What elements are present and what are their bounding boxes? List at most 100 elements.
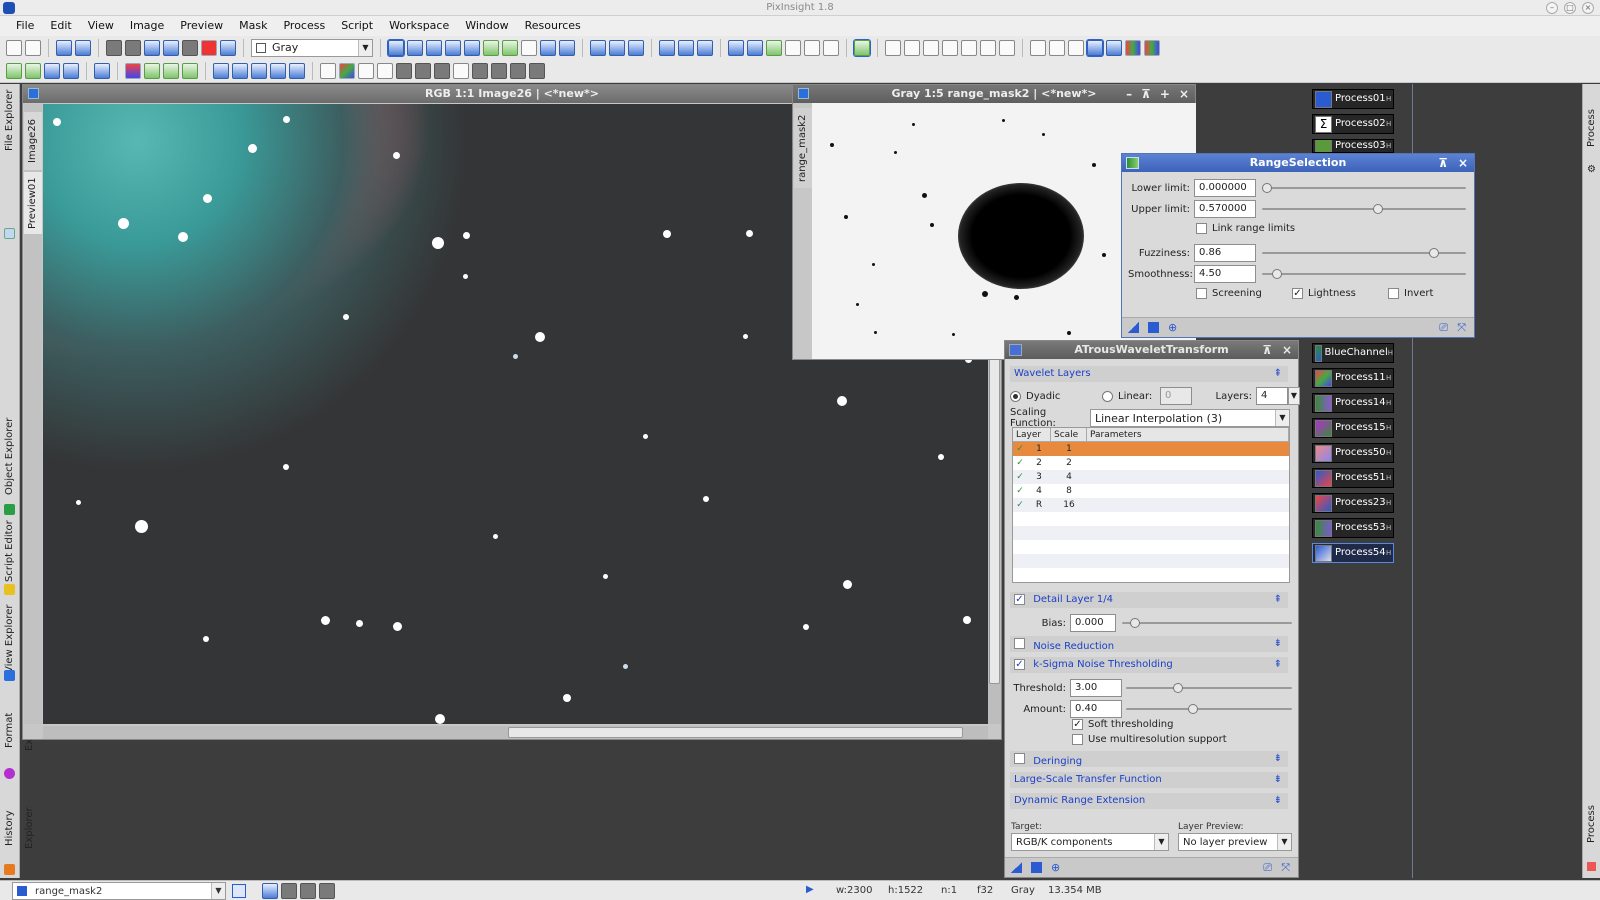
channel-g-icon[interactable]	[377, 62, 393, 79]
script-icon[interactable]	[94, 62, 110, 79]
load-workspace-icon[interactable]	[182, 62, 198, 79]
reset-icon[interactable]: ⤧	[1457, 321, 1466, 335]
project-icon[interactable]	[125, 62, 141, 79]
channel-b-icon[interactable]	[396, 62, 412, 79]
pointer-icon[interactable]	[521, 39, 537, 56]
menu-resources[interactable]: Resources	[517, 16, 589, 36]
display-channel-4-icon[interactable]	[319, 883, 335, 899]
minimize-icon[interactable]: –	[1126, 85, 1132, 103]
checkmark-icon[interactable]: ✓	[1013, 442, 1027, 456]
menu-preview[interactable]: Preview	[172, 16, 231, 36]
color-space-icon[interactable]	[1087, 39, 1103, 56]
amount-slider[interactable]	[1126, 704, 1292, 714]
zoom-fill-icon[interactable]	[426, 39, 442, 56]
process-icon-process14[interactable]: Process14 H	[1312, 393, 1394, 413]
channel-rgb-icon[interactable]	[339, 62, 355, 79]
zoom-1-2-icon[interactable]	[609, 39, 625, 56]
mirror-icon[interactable]	[1049, 39, 1065, 56]
mask-show-icon[interactable]	[106, 39, 122, 56]
window-maximize-icon[interactable]	[728, 39, 744, 56]
horizontal-scroll-thumb[interactable]	[508, 727, 963, 738]
process-icon-process51[interactable]: Process51 H	[1312, 468, 1394, 488]
lock-icon[interactable]	[923, 39, 939, 56]
menu-view[interactable]: View	[80, 16, 122, 36]
window-iconize-icon[interactable]	[804, 39, 820, 56]
collapse-icon[interactable]: ⇞	[1274, 366, 1282, 382]
mask-mode-icon[interactable]	[220, 39, 236, 56]
ksigma-checkbox[interactable]: ✓	[1014, 659, 1025, 670]
display-mode-2-icon[interactable]	[472, 62, 488, 79]
table-row[interactable]: ✓ 1 1	[1013, 442, 1289, 456]
ksigma-section[interactable]: ✓ k-Sigma Noise Thresholding ⇞	[1010, 657, 1288, 673]
apply-icon[interactable]	[1031, 862, 1042, 873]
apply-global-icon[interactable]: ⊕	[1051, 861, 1060, 874]
channel-all-icon[interactable]	[320, 62, 336, 79]
zoom-1-1-icon[interactable]	[590, 39, 606, 56]
display-mode-5-icon[interactable]	[529, 62, 545, 79]
target-select[interactable]: RGB/K components ▼	[1011, 833, 1169, 851]
tab-preview01[interactable]: Preview01	[24, 172, 42, 234]
channel-l-icon[interactable]	[415, 62, 431, 79]
fuzziness-input[interactable]: 0.86	[1194, 244, 1256, 262]
invert-checkbox[interactable]	[1388, 288, 1399, 299]
atrous-titlebar[interactable]: ATrousWaveletTransform ⊼ ×	[1005, 341, 1298, 359]
linear-input[interactable]: 0	[1160, 387, 1192, 405]
display-channel-icon[interactable]	[262, 883, 278, 899]
resize-icon[interactable]	[980, 39, 996, 56]
zoom-fit-width-icon[interactable]	[445, 39, 461, 56]
readout-mode-icon[interactable]	[388, 39, 404, 56]
bias-slider[interactable]	[1122, 618, 1292, 628]
mask-select-icon[interactable]	[163, 39, 179, 56]
flip-icon[interactable]	[1068, 39, 1084, 56]
tab-view-explorer[interactable]: View Explorer	[0, 604, 20, 674]
threshold-slider[interactable]	[1126, 683, 1292, 693]
close-icon[interactable]: ×	[1179, 85, 1189, 103]
checkmark-icon[interactable]: ✓	[1013, 484, 1027, 498]
soft-threshold-checkbox[interactable]: ✓	[1072, 719, 1083, 730]
new-image-icon[interactable]	[56, 39, 72, 56]
process-icon-process23[interactable]: Process23 H	[1312, 493, 1394, 513]
minimize-icon[interactable]: –	[1546, 2, 1558, 14]
table-row[interactable]: ✓ 2 2	[1013, 456, 1289, 470]
window-tile-icon[interactable]	[697, 39, 713, 56]
reset-icon[interactable]: ⤧	[1281, 861, 1290, 875]
menu-file[interactable]: File	[8, 16, 42, 36]
preview-icon[interactable]: ⎚	[1439, 321, 1448, 335]
workspace-prev-icon[interactable]	[885, 39, 901, 56]
menu-mask[interactable]: Mask	[231, 16, 275, 36]
lstf-section[interactable]: Large-Scale Transfer Function ⇟	[1010, 772, 1288, 788]
menu-window[interactable]: Window	[457, 16, 516, 36]
geometry-icon[interactable]	[942, 39, 958, 56]
lightness-checkbox[interactable]: ✓	[1292, 288, 1303, 299]
dyadic-radio[interactable]	[1010, 390, 1021, 402]
tab-script-editor[interactable]: Script Editor	[0, 516, 20, 586]
mirror-h-icon[interactable]	[270, 62, 286, 79]
zoom-in-icon[interactable]	[540, 39, 556, 56]
curves-icon[interactable]	[1125, 39, 1141, 56]
window-cascade-icon[interactable]	[678, 39, 694, 56]
smoothness-input[interactable]: 4.50	[1194, 265, 1256, 283]
window-shade-icon[interactable]	[785, 39, 801, 56]
process-icon-process02[interactable]: Σ Process02 H	[1312, 114, 1394, 134]
zoom-out-icon[interactable]	[559, 39, 575, 56]
grid-icon[interactable]	[63, 62, 79, 79]
display-mode-4-icon[interactable]	[510, 62, 526, 79]
rotate-icon[interactable]	[1030, 39, 1046, 56]
linear-radio[interactable]	[1102, 390, 1113, 402]
histogram-icon[interactable]	[1106, 39, 1122, 56]
maximize-icon[interactable]: +	[1160, 85, 1170, 103]
process-icon-process11[interactable]: Process11 H	[1312, 368, 1394, 388]
workspace-next-icon[interactable]	[904, 39, 920, 56]
mirror-v-icon[interactable]	[289, 62, 305, 79]
checkmark-icon[interactable]: ✓	[1013, 498, 1027, 512]
new-workspace-icon[interactable]	[144, 62, 160, 79]
screening-checkbox[interactable]	[1196, 288, 1207, 299]
expand-icon[interactable]: ⇟	[1274, 772, 1282, 788]
preview-icon[interactable]: ⎚	[1263, 861, 1272, 875]
screen-transfer-icon[interactable]	[854, 39, 870, 56]
expand-icon[interactable]: ⇟	[1274, 793, 1282, 809]
process-icon-process01[interactable]: Process01 H	[1312, 89, 1394, 109]
lower-limit-input[interactable]: 0.000000	[1194, 179, 1256, 197]
multires-checkbox[interactable]	[1072, 734, 1083, 745]
wavelet-layers-section[interactable]: Wavelet Layers ⇞	[1010, 366, 1288, 382]
